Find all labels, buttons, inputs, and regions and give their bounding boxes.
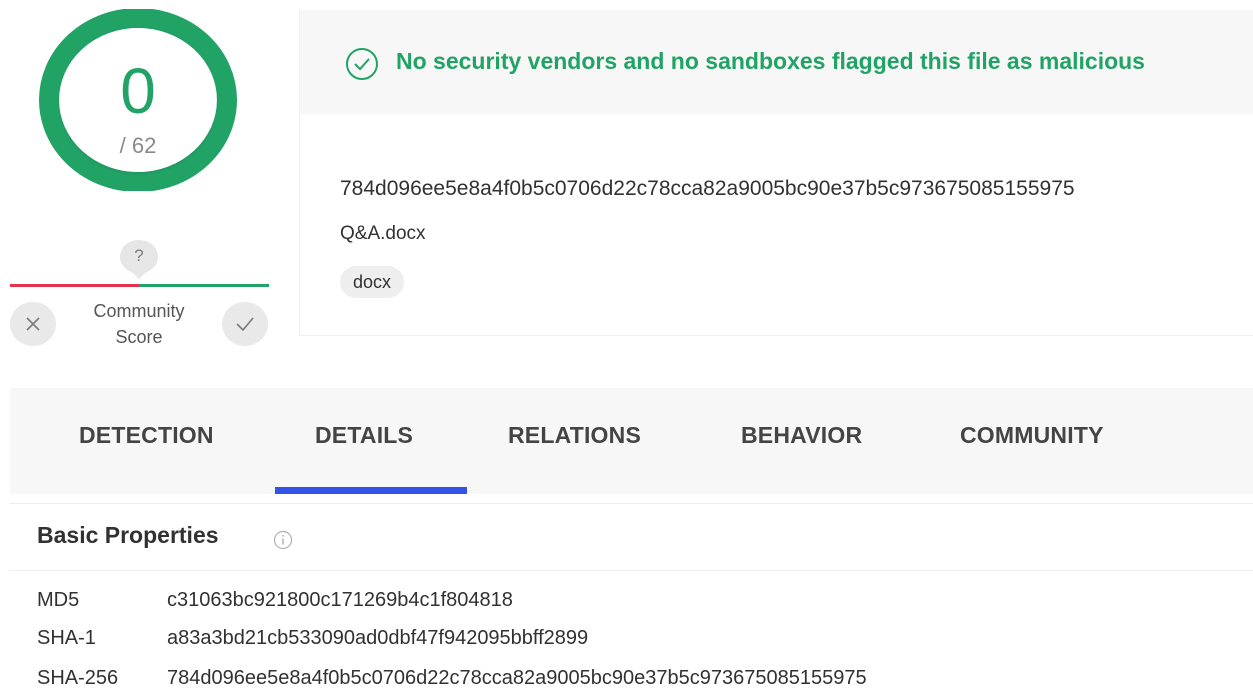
community-bar-harmless bbox=[139, 284, 269, 287]
detection-total: / 62 bbox=[119, 133, 157, 158]
info-icon[interactable] bbox=[273, 530, 293, 550]
community-score: ? Community Score bbox=[10, 238, 270, 358]
property-value[interactable]: 784d096ee5e8a4f0b5c0706d22c78cca82a9005b… bbox=[167, 667, 867, 690]
file-type-tag[interactable]: docx bbox=[340, 266, 405, 298]
property-label: SHA-256 bbox=[37, 667, 119, 689]
property-value[interactable]: a83a3bd21cb533090ad0dbf47f942095bbff2899 bbox=[167, 627, 588, 650]
community-score-label: Community Score bbox=[80, 298, 198, 350]
active-tab-indicator bbox=[275, 487, 467, 494]
close-icon bbox=[26, 317, 40, 331]
community-bar-malicious bbox=[10, 284, 139, 287]
property-label: MD5 bbox=[37, 589, 80, 611]
tab-relations[interactable]: RELATIONS bbox=[508, 422, 641, 449]
file-name: Q&A.docx bbox=[340, 223, 426, 244]
divider bbox=[10, 503, 1253, 504]
file-summary-card: No security vendors and no sandboxes fla… bbox=[299, 10, 1253, 336]
vote-harmless-button[interactable] bbox=[222, 302, 268, 346]
report-tabs: DETECTION DETAILS RELATIONS BEHAVIOR COM… bbox=[10, 388, 1253, 494]
property-label: SHA-1 bbox=[37, 627, 96, 649]
detection-score-ring: 0 / 62 bbox=[39, 9, 237, 191]
community-label-line2: Score bbox=[115, 327, 163, 347]
verdict-text: No security vendors and no sandboxes fla… bbox=[396, 48, 1145, 74]
check-icon bbox=[236, 317, 254, 331]
divider bbox=[10, 570, 1253, 571]
section-title-basic-properties: Basic Properties bbox=[37, 522, 219, 548]
file-hash[interactable]: 784d096ee5e8a4f0b5c0706d22c78cca82a9005b… bbox=[340, 177, 1075, 201]
tab-detection[interactable]: DETECTION bbox=[79, 422, 214, 449]
tab-behavior[interactable]: BEHAVIOR bbox=[741, 422, 862, 449]
community-score-question: ? bbox=[134, 246, 144, 265]
tab-community[interactable]: COMMUNITY bbox=[960, 422, 1104, 449]
verdict-banner: No security vendors and no sandboxes fla… bbox=[300, 10, 1253, 114]
vote-malicious-button[interactable] bbox=[10, 302, 56, 346]
detection-positives: 0 bbox=[120, 55, 156, 127]
community-label-line1: Community bbox=[93, 301, 185, 321]
community-score-marker: ? bbox=[118, 238, 160, 280]
tab-details[interactable]: DETAILS bbox=[315, 422, 413, 449]
check-circle-icon bbox=[346, 48, 378, 80]
property-value[interactable]: c31063bc921800c171269b4c1f804818 bbox=[167, 589, 513, 612]
